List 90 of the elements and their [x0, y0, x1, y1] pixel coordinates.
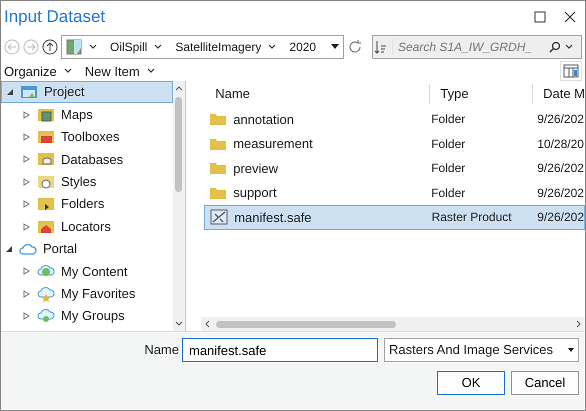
- file-type: Folder: [431, 136, 466, 153]
- file-name: preview: [233, 160, 278, 178]
- file-date: 9/26/202: [537, 111, 584, 128]
- search-bar[interactable]: Search S1A_IW_GRDH_: [372, 35, 582, 59]
- up-button[interactable]: [42, 39, 58, 55]
- toolbar-menu[interactable]: Organize: [4, 64, 73, 78]
- forward-icon: [23, 39, 39, 55]
- file-row[interactable]: preview Folder 9/26/202: [204, 156, 585, 180]
- folder-icon: [209, 186, 228, 200]
- dropdown-icon: [568, 348, 574, 352]
- collapse-arrow-icon: [6, 88, 14, 96]
- expand-arrow-icon: [23, 178, 31, 186]
- breadcrumb-item[interactable]: OilSpill: [110, 38, 148, 56]
- maximize-button[interactable]: [534, 11, 546, 23]
- scroll-up-icon: [174, 85, 183, 91]
- folder-icon: [209, 161, 228, 176]
- tree-item[interactable]: Databases: [1, 148, 173, 171]
- sort-button[interactable]: [373, 39, 393, 55]
- expand-arrow-icon: [23, 290, 31, 298]
- folder-icon: [209, 112, 228, 126]
- tree-item[interactable]: Portal: [1, 238, 173, 260]
- file-type: Folder: [431, 160, 466, 178]
- tree-item[interactable]: Locators: [1, 215, 173, 238]
- ok-button[interactable]: OK: [437, 371, 505, 395]
- expand-arrow-icon: [23, 155, 31, 164]
- file-type: Folder: [431, 184, 466, 202]
- collapse-arrow-icon: [5, 244, 13, 253]
- toolbar-menu[interactable]: New Item: [84, 64, 156, 78]
- layout-icon: [563, 64, 579, 78]
- expand-arrow-icon: [23, 110, 31, 119]
- map-icon: [66, 39, 82, 55]
- file-name: measurement: [233, 135, 313, 153]
- back-icon: [4, 39, 20, 55]
- view-button[interactable]: [560, 61, 582, 81]
- refresh-button[interactable]: [347, 39, 363, 55]
- scrollbar[interactable]: [201, 317, 585, 331]
- window-title: Input Dataset: [4, 6, 106, 28]
- column-header[interactable]: Type: [429, 84, 532, 104]
- file-row[interactable]: support Folder 9/26/202: [204, 180, 585, 205]
- file-row[interactable]: annotation Folder 9/26/202: [204, 107, 585, 132]
- expand-arrow-icon: [23, 222, 31, 231]
- tree-item[interactable]: My Content: [1, 260, 173, 283]
- expand-arrow-icon: [23, 132, 31, 141]
- field-label: Name: [144, 341, 179, 360]
- raster-icon: [210, 209, 228, 226]
- scroll-left-icon: [204, 320, 210, 328]
- breadcrumb-item[interactable]: 2020: [289, 38, 316, 56]
- file-date: 9/26/202: [537, 160, 584, 178]
- expand-arrow-icon: [23, 200, 31, 208]
- tree-item[interactable]: Styles: [1, 170, 173, 193]
- file-name: manifest.safe: [234, 208, 312, 226]
- column-header[interactable]: Date M: [532, 84, 585, 104]
- close-icon: [564, 11, 576, 23]
- tree-item[interactable]: Toolboxes: [1, 126, 173, 148]
- search-field[interactable]: Search S1A_IW_GRDH_: [396, 37, 546, 57]
- search-icon: [549, 41, 561, 53]
- file-date: 9/26/202: [537, 184, 584, 202]
- tree-item[interactable]: Folders: [1, 192, 173, 216]
- address-bar[interactable]: OilSpill SatelliteImagery 2020: [61, 35, 344, 59]
- file-date: 9/26/202: [537, 209, 584, 226]
- cancel-button[interactable]: Cancel: [511, 371, 579, 395]
- file-name: support: [233, 184, 277, 202]
- file-type: Folder: [431, 111, 466, 128]
- scrollbar[interactable]: [172, 81, 185, 331]
- cloud-icon: [37, 284, 55, 303]
- tree-item[interactable]: Maps: [1, 103, 173, 126]
- refresh-icon: [347, 39, 363, 55]
- filter-dropdown[interactable]: Rasters And Image Services: [384, 338, 579, 362]
- folder-icon: [209, 136, 228, 151]
- scroll-right-icon: [576, 320, 582, 328]
- close-button[interactable]: [564, 11, 576, 23]
- maximize-icon: [534, 11, 546, 23]
- tree-item[interactable]: Project: [1, 81, 173, 104]
- sort-icon: [373, 39, 389, 55]
- file-type: Raster Product: [432, 209, 513, 226]
- name-field[interactable]: manifest.safe: [182, 338, 378, 362]
- tree-item[interactable]: My Groups: [1, 304, 173, 328]
- scrollbar-thumb[interactable]: [216, 320, 396, 328]
- dropdown-icon: [331, 44, 339, 50]
- file-row[interactable]: measurement Folder 10/28/20: [204, 132, 585, 156]
- file-name: annotation: [233, 110, 294, 128]
- scroll-down-icon: [174, 321, 183, 327]
- scrollbar-thumb[interactable]: [175, 97, 182, 192]
- tree-item[interactable]: My Favorites: [1, 282, 173, 305]
- file-row[interactable]: manifest.safe Raster Product 9/26/202: [204, 205, 585, 230]
- file-date: 10/28/20: [537, 136, 584, 153]
- breadcrumb-item[interactable]: SatelliteImagery: [175, 38, 262, 56]
- column-header[interactable]: Name: [215, 84, 430, 104]
- expand-arrow-icon: [23, 267, 31, 276]
- expand-arrow-icon: [23, 312, 31, 320]
